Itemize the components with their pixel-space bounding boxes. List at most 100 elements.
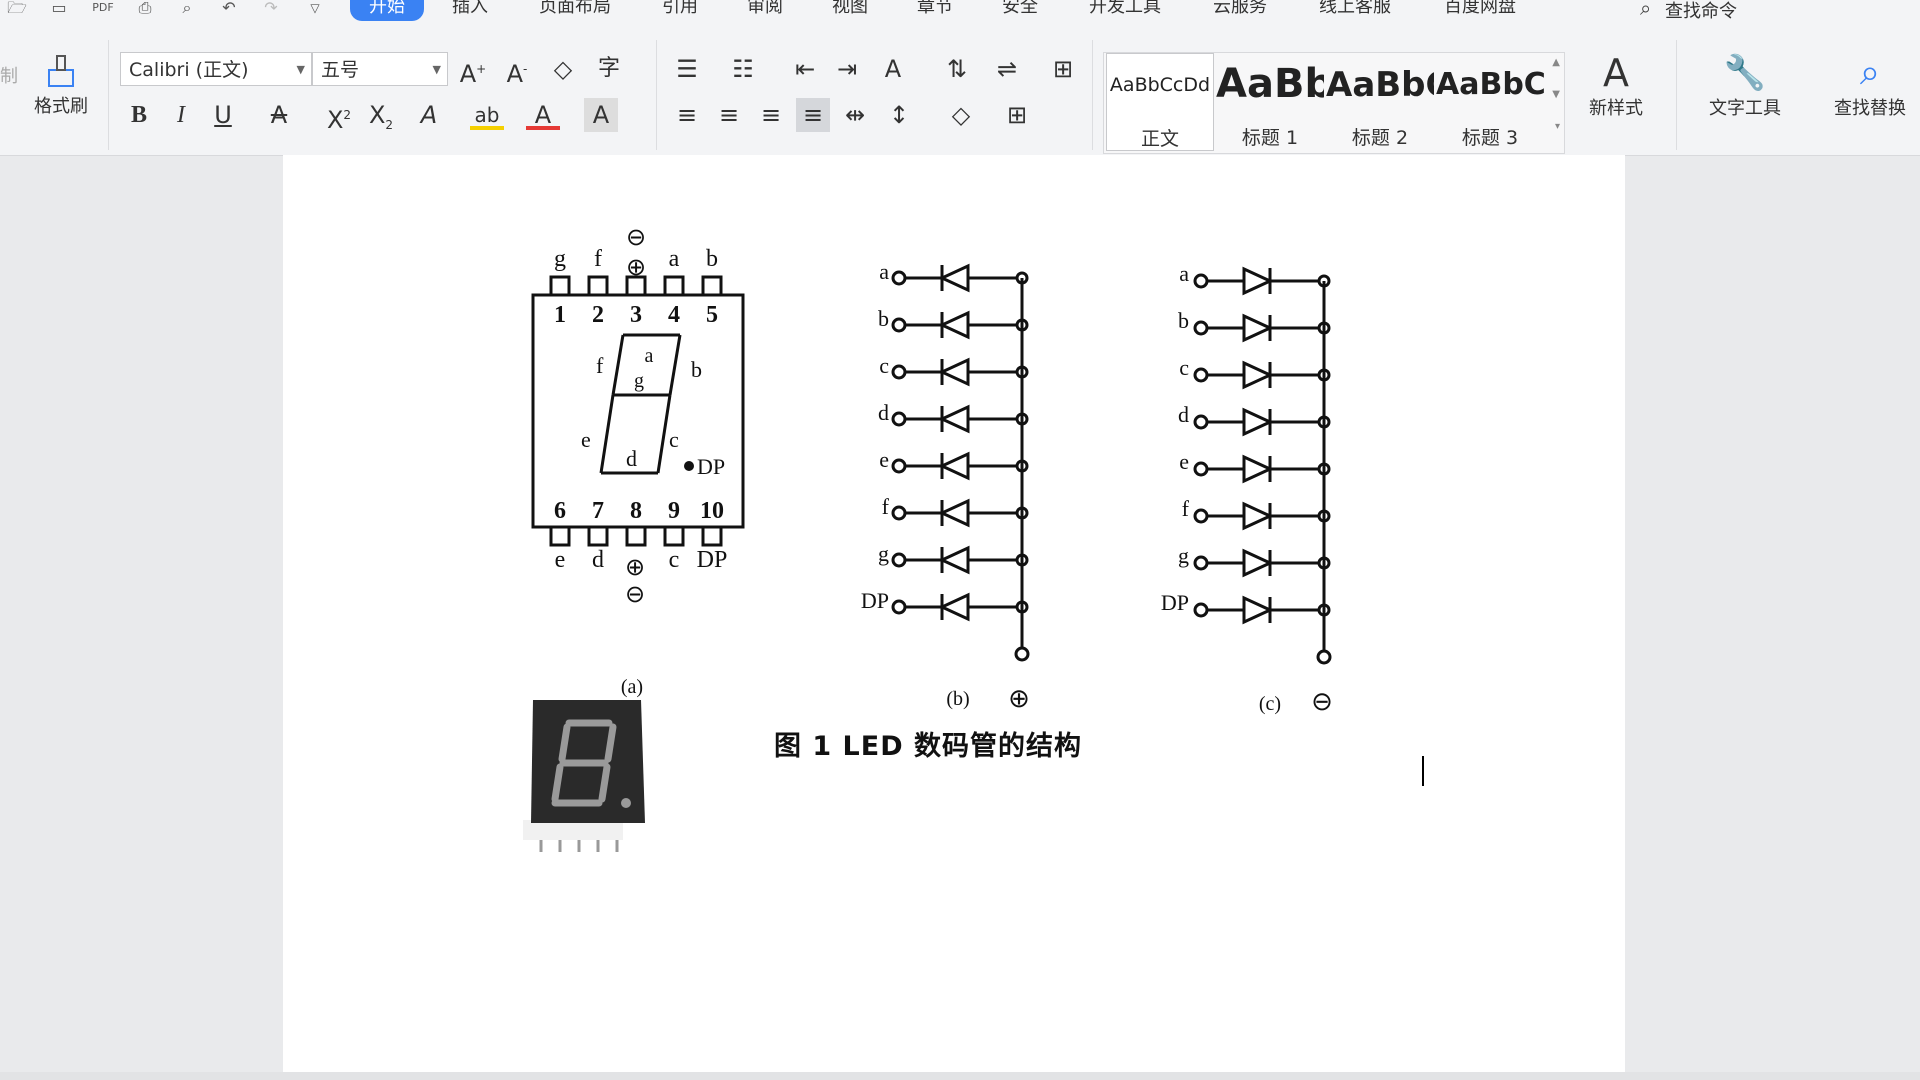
segment-label: b [691, 357, 702, 382]
underline-icon[interactable]: U [206, 98, 240, 132]
phonetic-guide-icon[interactable]: 字 [592, 52, 626, 86]
grow-font-icon[interactable]: A+ [456, 52, 490, 88]
strikethrough-icon[interactable]: A [262, 98, 296, 132]
tab-review[interactable]: 审阅 [740, 0, 790, 21]
style-heading-3[interactable]: AaBbC 标题 3 [1436, 53, 1544, 151]
subscript-icon[interactable]: X2 [364, 98, 398, 132]
find-command-input[interactable]: 查找命令 [1665, 0, 1737, 23]
font-size-select[interactable]: 五号 ▼ [312, 52, 448, 86]
search-icon[interactable]: ⌕ [1640, 0, 1651, 20]
diode-symbol [1242, 313, 1274, 343]
print-preview-icon[interactable]: ⌕ [176, 0, 198, 18]
pin-number: 9 [668, 498, 680, 524]
style-heading-1[interactable]: AaBb 标题 1 [1216, 53, 1324, 151]
superscript-icon[interactable]: X2 [322, 98, 356, 134]
align-left-icon[interactable]: ≡ [670, 98, 704, 132]
tab-baidu-netdisk[interactable]: 百度网盘 [1435, 0, 1525, 21]
open-icon[interactable]: 🗁 [6, 0, 28, 18]
pin-label: g [878, 541, 889, 566]
pin-label: DP [861, 588, 889, 613]
char-shading-icon[interactable]: A [584, 98, 618, 132]
segment-label: c [669, 427, 679, 452]
tab-home[interactable]: 开始 [350, 0, 424, 21]
menu-bar: 🗁 ▭ PDF ⎙ ⌕ ↶ ↷ ▽ 开始 插入 页面布局 引用 审阅 视图 章节… [0, 0, 1920, 22]
pin-label: a [1179, 261, 1189, 286]
format-painter-button[interactable]: 格式刷 [28, 52, 94, 118]
print-icon[interactable]: ⎙ [134, 0, 156, 18]
tab-chapter[interactable]: 章节 [910, 0, 960, 21]
pin-letter: a [669, 246, 680, 272]
align-right-icon[interactable]: ≡ [754, 98, 788, 132]
pin-number: 8 [630, 498, 642, 524]
pin-number: 4 [668, 302, 680, 328]
panel-label-c: (c) [1259, 693, 1281, 715]
group-divider [656, 40, 657, 150]
distribute-icon[interactable]: ⇹ [838, 98, 872, 132]
save-icon[interactable]: ▭ [48, 0, 70, 18]
segment-label: f [596, 353, 604, 378]
sort-icon[interactable]: ⇅ [940, 52, 974, 86]
shrink-font-icon[interactable]: A- [500, 52, 534, 88]
justify-icon[interactable]: ≡ [796, 98, 830, 132]
diode-symbol [938, 310, 970, 340]
font-color-icon[interactable]: A [526, 98, 560, 130]
pin-terminal [891, 317, 907, 333]
bold-icon[interactable]: B [122, 98, 156, 132]
chevron-down-icon: ▼ [296, 63, 305, 76]
customize-chevron-icon[interactable]: ▽ [304, 0, 326, 18]
table-tool-icon[interactable]: ⊞ [1046, 52, 1080, 86]
pdf-icon[interactable]: PDF [92, 0, 114, 18]
pin-letter: b [706, 246, 718, 272]
redo-icon[interactable]: ↷ [260, 0, 282, 18]
borders-icon[interactable]: ⊞ [1000, 98, 1034, 132]
styles-expand-icon[interactable]: ▾ [1555, 121, 1560, 132]
text-direction-icon[interactable]: A [876, 52, 910, 86]
document-canvas[interactable]: ▤ [0, 155, 1920, 1080]
tab-page-layout[interactable]: 页面布局 [530, 0, 620, 21]
pin-label: b [1178, 308, 1189, 333]
pin-letter: c [669, 547, 680, 573]
decrease-indent-icon[interactable]: ⇤ [788, 52, 822, 86]
show-marks-icon[interactable]: ⇌ [990, 52, 1024, 86]
bullet-list-icon[interactable]: ☰ [670, 52, 704, 86]
line-spacing-icon[interactable]: ↕ [882, 98, 916, 132]
document-page[interactable]: g f a b ⊖ ⊕ 1 2 3 4 5 a b c d e f g DP 6… [283, 155, 1625, 1080]
figure-caption: 图 1 LED 数码管的结构 [774, 730, 1082, 762]
pin-letter: f [594, 246, 602, 272]
new-style-button[interactable]: A 新样式 [1570, 52, 1662, 120]
text-effect-icon[interactable]: A [412, 98, 446, 132]
pin-label: DP [1161, 590, 1189, 615]
styles-scroll-down-icon[interactable]: ▼ [1552, 89, 1560, 100]
clear-format-icon[interactable]: ◇ [546, 52, 580, 86]
tab-insert[interactable]: 插入 [445, 0, 495, 21]
italic-icon[interactable]: I [164, 98, 198, 132]
diode-symbol [1242, 595, 1274, 625]
tab-developer[interactable]: 开发工具 [1080, 0, 1170, 21]
font-name-select[interactable]: Calibri (正文) ▼ [120, 52, 312, 86]
plus-symbol: ⊕ [1008, 684, 1030, 713]
find-replace-label: 查找替换 [1834, 98, 1906, 119]
align-center-icon[interactable]: ≡ [712, 98, 746, 132]
seven-segment-photo [523, 700, 645, 852]
text-tools-button[interactable]: 🔧 文字工具 [1690, 52, 1800, 120]
highlight-icon[interactable]: ab [470, 98, 504, 130]
diode-symbol [938, 451, 970, 481]
undo-icon[interactable]: ↶ [218, 0, 240, 18]
numbered-list-icon[interactable]: ☷ [726, 52, 760, 86]
tab-online-service[interactable]: 线上客服 [1310, 0, 1400, 21]
pin-label: f [1182, 496, 1190, 521]
tab-references[interactable]: 引用 [655, 0, 705, 21]
increase-indent-icon[interactable]: ⇥ [830, 52, 864, 86]
tab-cloud[interactable]: 云服务 [1205, 0, 1275, 21]
shading-icon[interactable]: ◇ [944, 98, 978, 132]
pin-terminal [1193, 367, 1209, 383]
tab-view[interactable]: 视图 [825, 0, 875, 21]
pin-label: g [1178, 543, 1189, 568]
cathode-plus-symbol: ⊕ [625, 555, 645, 581]
style-heading-2[interactable]: AaBbC 标题 2 [1326, 53, 1434, 151]
tab-security[interactable]: 安全 [995, 0, 1045, 21]
style-normal[interactable]: AaBbCcDd 正文 [1106, 53, 1214, 151]
styles-scroll-up-icon[interactable]: ▲ [1552, 57, 1560, 68]
find-replace-button[interactable]: ⌕ 查找替换 [1820, 52, 1920, 120]
pin-terminal [1193, 602, 1209, 618]
